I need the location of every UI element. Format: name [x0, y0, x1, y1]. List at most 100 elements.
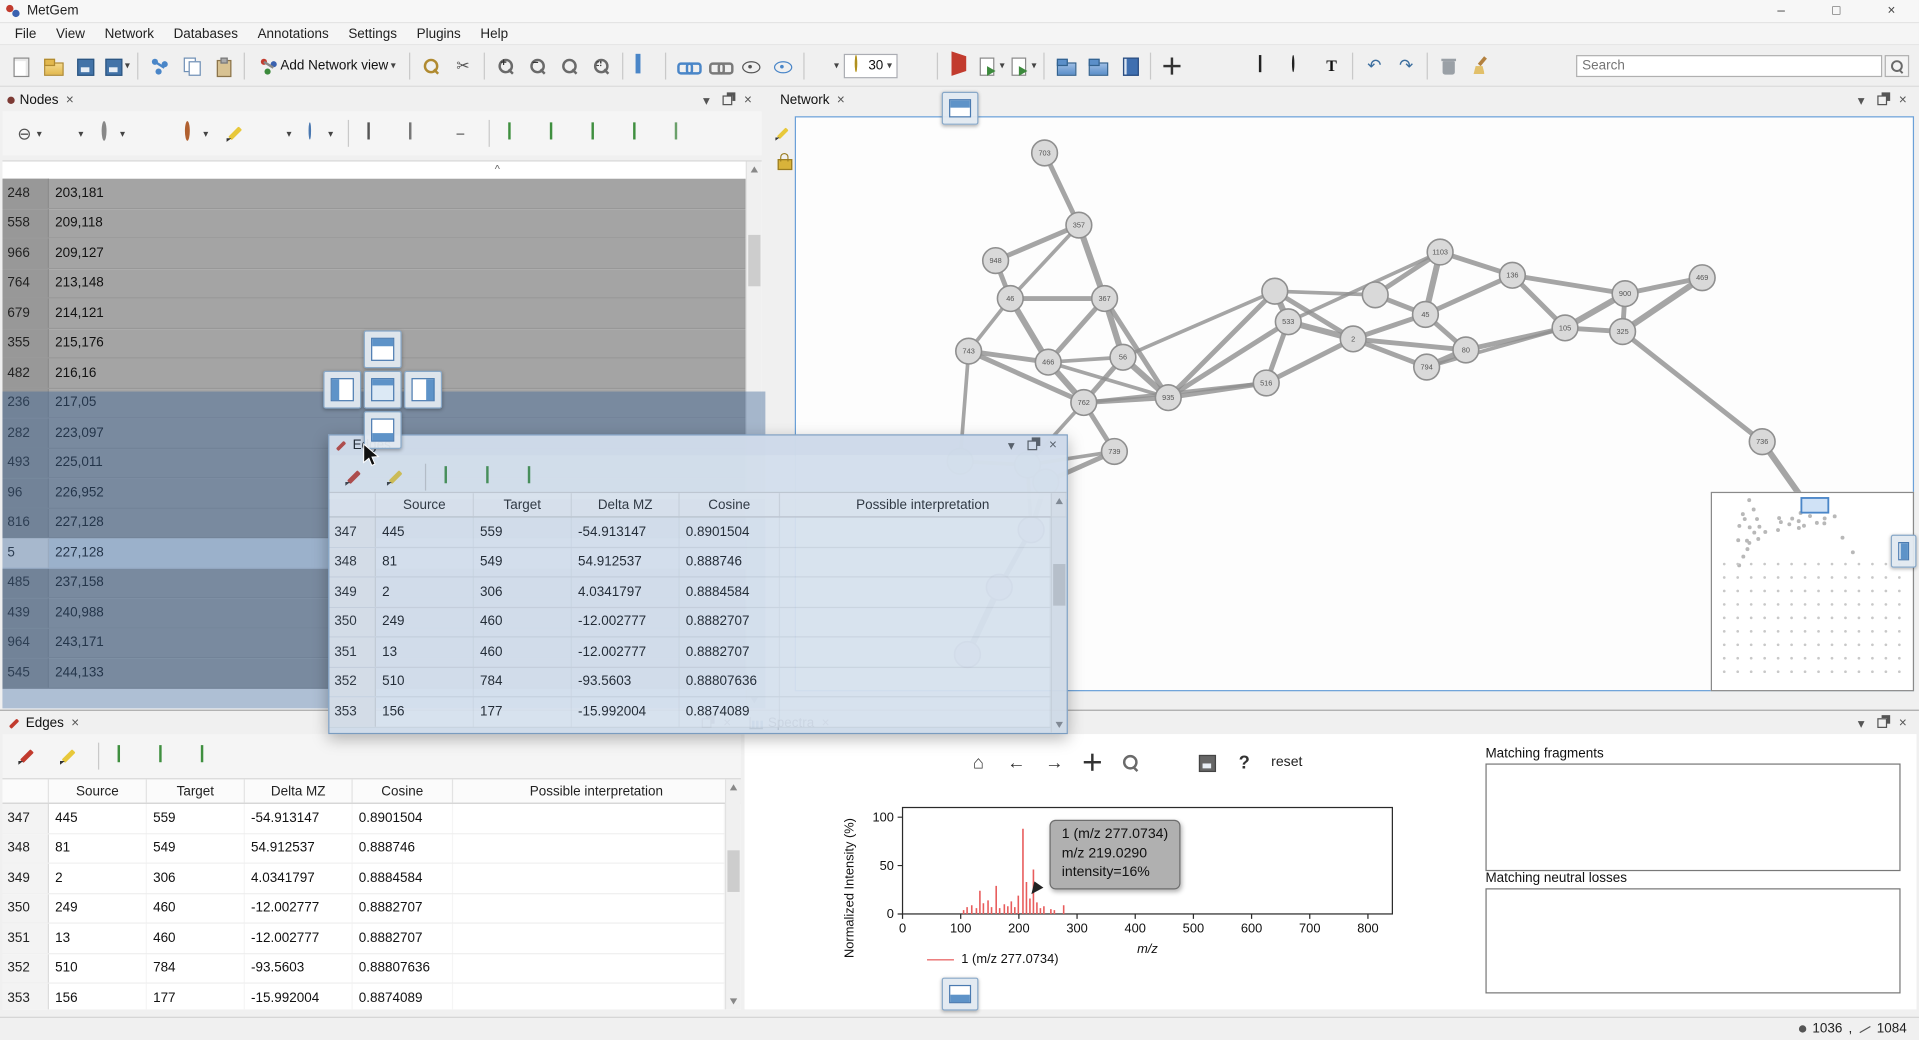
pin-nodes-button[interactable]: [943, 50, 975, 82]
column-source[interactable]: Source: [49, 779, 147, 802]
scroll-down-icon[interactable]: [1056, 722, 1063, 728]
color-sphere-button[interactable]: [900, 50, 932, 82]
color-mapping-button[interactable]: ▾: [810, 50, 842, 82]
edges-layout-2-button[interactable]: [478, 459, 515, 496]
dock-guide-edge-top[interactable]: [942, 92, 979, 125]
dock-guide-top[interactable]: [364, 330, 402, 368]
menu-annotations[interactable]: Annotations: [248, 24, 339, 44]
graph-node[interactable]: 794: [1414, 354, 1440, 380]
scrollbar-thumb[interactable]: [1053, 564, 1065, 606]
scroll-up-icon[interactable]: [751, 166, 758, 172]
edges-layout-2-button[interactable]: [151, 738, 188, 775]
copy-button[interactable]: [175, 50, 207, 82]
column-delta-mz[interactable]: Delta MZ: [245, 779, 353, 802]
layout-table-3-button[interactable]: [583, 115, 620, 152]
layout-table-1-button[interactable]: [500, 115, 537, 152]
graph-node[interactable]: [1262, 278, 1288, 304]
scroll-up-icon[interactable]: [1056, 498, 1063, 504]
edit-red-button[interactable]: [10, 738, 47, 775]
floating-panel-close-button[interactable]: ×: [1049, 438, 1057, 453]
unlink-selection-button[interactable]: [703, 50, 735, 82]
edges-table-row[interactable]: 35113460-12.0027770.8882707: [2, 924, 725, 954]
graph-node[interactable]: 466: [1035, 349, 1061, 375]
plot-reset-button[interactable]: reset: [1266, 755, 1307, 770]
menu-databases[interactable]: Databases: [164, 24, 248, 44]
nodes-panel-close-icon[interactable]: ×: [66, 93, 74, 108]
hide-items-button[interactable]: [735, 50, 767, 82]
graph-node[interactable]: 136: [1500, 262, 1526, 288]
edit-yellow-button[interactable]: [51, 738, 88, 775]
line-tool-button[interactable]: [1188, 50, 1220, 82]
edges-layout-3-button[interactable]: [519, 459, 556, 496]
edges-table-row[interactable]: 34923064.03417970.8884584: [2, 864, 725, 894]
edges-table-row[interactable]: 3488154954.9125370.888746: [2, 834, 725, 864]
network-panel-close-button[interactable]: ×: [1899, 93, 1907, 108]
save-project-as-button[interactable]: ▾: [100, 50, 132, 82]
set-color-button[interactable]: [135, 115, 172, 152]
spectra-panel-float-button[interactable]: [1877, 718, 1887, 728]
edit-yellow-button[interactable]: [378, 459, 415, 496]
layout-table-4-button[interactable]: [625, 115, 662, 152]
reset-color-button[interactable]: ▾: [176, 115, 213, 152]
table-view-button[interactable]: [359, 115, 396, 152]
scroll-down-icon[interactable]: [730, 998, 737, 1004]
edges-layout-1-button[interactable]: [436, 459, 473, 496]
open-project-button[interactable]: [37, 50, 69, 82]
plot-help-button[interactable]: ?: [1228, 746, 1260, 778]
scrollbar-thumb[interactable]: [748, 235, 760, 286]
column-target[interactable]: Target: [474, 493, 572, 516]
nodes-table-row[interactable]: 558209,118: [2, 209, 745, 239]
column-cosine[interactable]: Cosine: [353, 779, 453, 802]
graph-node[interactable]: 469: [1689, 265, 1715, 291]
plot-configure-button[interactable]: [1152, 746, 1184, 778]
graph-edge[interactable]: [1010, 225, 1079, 298]
matching-neutral-losses-list[interactable]: [1485, 888, 1900, 993]
dock-guide-edge-bottom[interactable]: [942, 978, 979, 1011]
rect-tool-button[interactable]: [1252, 50, 1284, 82]
network-tab-close-icon[interactable]: ×: [837, 93, 845, 108]
zoom-region-button[interactable]: [585, 50, 617, 82]
floating-panel-float-button[interactable]: [1027, 440, 1037, 450]
dock-guide-right[interactable]: [404, 371, 442, 409]
zoom-out-button[interactable]: −: [522, 50, 554, 82]
edges-layout-1-button[interactable]: [109, 738, 146, 775]
menu-view[interactable]: View: [46, 24, 95, 44]
graph-edge[interactable]: [1623, 332, 1763, 442]
graph-node[interactable]: [1362, 282, 1388, 308]
process-data-button[interactable]: [143, 50, 175, 82]
edit-label-button[interactable]: [218, 115, 255, 152]
graph-node[interactable]: 325: [1610, 319, 1636, 345]
graph-node[interactable]: 105: [1552, 315, 1578, 341]
annotate-pencil-icon[interactable]: [775, 125, 792, 142]
column-delta-mz[interactable]: Delta MZ: [572, 493, 680, 516]
edges-tab-close-icon[interactable]: ×: [71, 716, 79, 731]
edges-table-row[interactable]: 353156177-15.9920040.8874089: [2, 984, 725, 1010]
close-button[interactable]: ×: [1864, 0, 1919, 22]
graph-edge[interactable]: [1425, 275, 1512, 314]
link-selection-button[interactable]: [671, 50, 703, 82]
nodes-panel-float-button[interactable]: [722, 95, 732, 105]
graph-node[interactable]: 736: [1749, 429, 1775, 455]
network-panel-menu-button[interactable]: ▾: [1858, 92, 1865, 108]
group-collapse-button[interactable]: ⊖▾: [10, 115, 47, 152]
zoom-in-button[interactable]: +: [490, 50, 522, 82]
nodes-panel-close-button[interactable]: ×: [744, 93, 752, 108]
plot-forward-button[interactable]: →: [1038, 746, 1070, 778]
lock-icon[interactable]: [774, 150, 794, 170]
undo-button[interactable]: ↶: [1358, 50, 1390, 82]
clear-button[interactable]: [1465, 50, 1497, 82]
open-database-button[interactable]: [1050, 50, 1082, 82]
plot-home-button[interactable]: ⌂: [963, 746, 995, 778]
text-tool-button[interactable]: T: [1316, 50, 1348, 82]
matching-fragments-list[interactable]: [1485, 763, 1900, 871]
zoom-reset-button[interactable]: [554, 50, 586, 82]
spectra-panel-close-button[interactable]: ×: [1899, 716, 1907, 731]
maximize-button[interactable]: □: [1809, 0, 1864, 22]
dock-guide-left[interactable]: [323, 371, 361, 409]
edges-table-row[interactable]: 350249460-12.0027770.8882707: [329, 607, 1050, 637]
column-source[interactable]: Source: [376, 493, 474, 516]
plot-zoom-button[interactable]: [1114, 746, 1146, 778]
floating-panel-menu-button[interactable]: ▾: [1008, 437, 1015, 453]
graph-node[interactable]: 1103: [1427, 239, 1453, 265]
graph-node[interactable]: 703: [1032, 140, 1058, 166]
